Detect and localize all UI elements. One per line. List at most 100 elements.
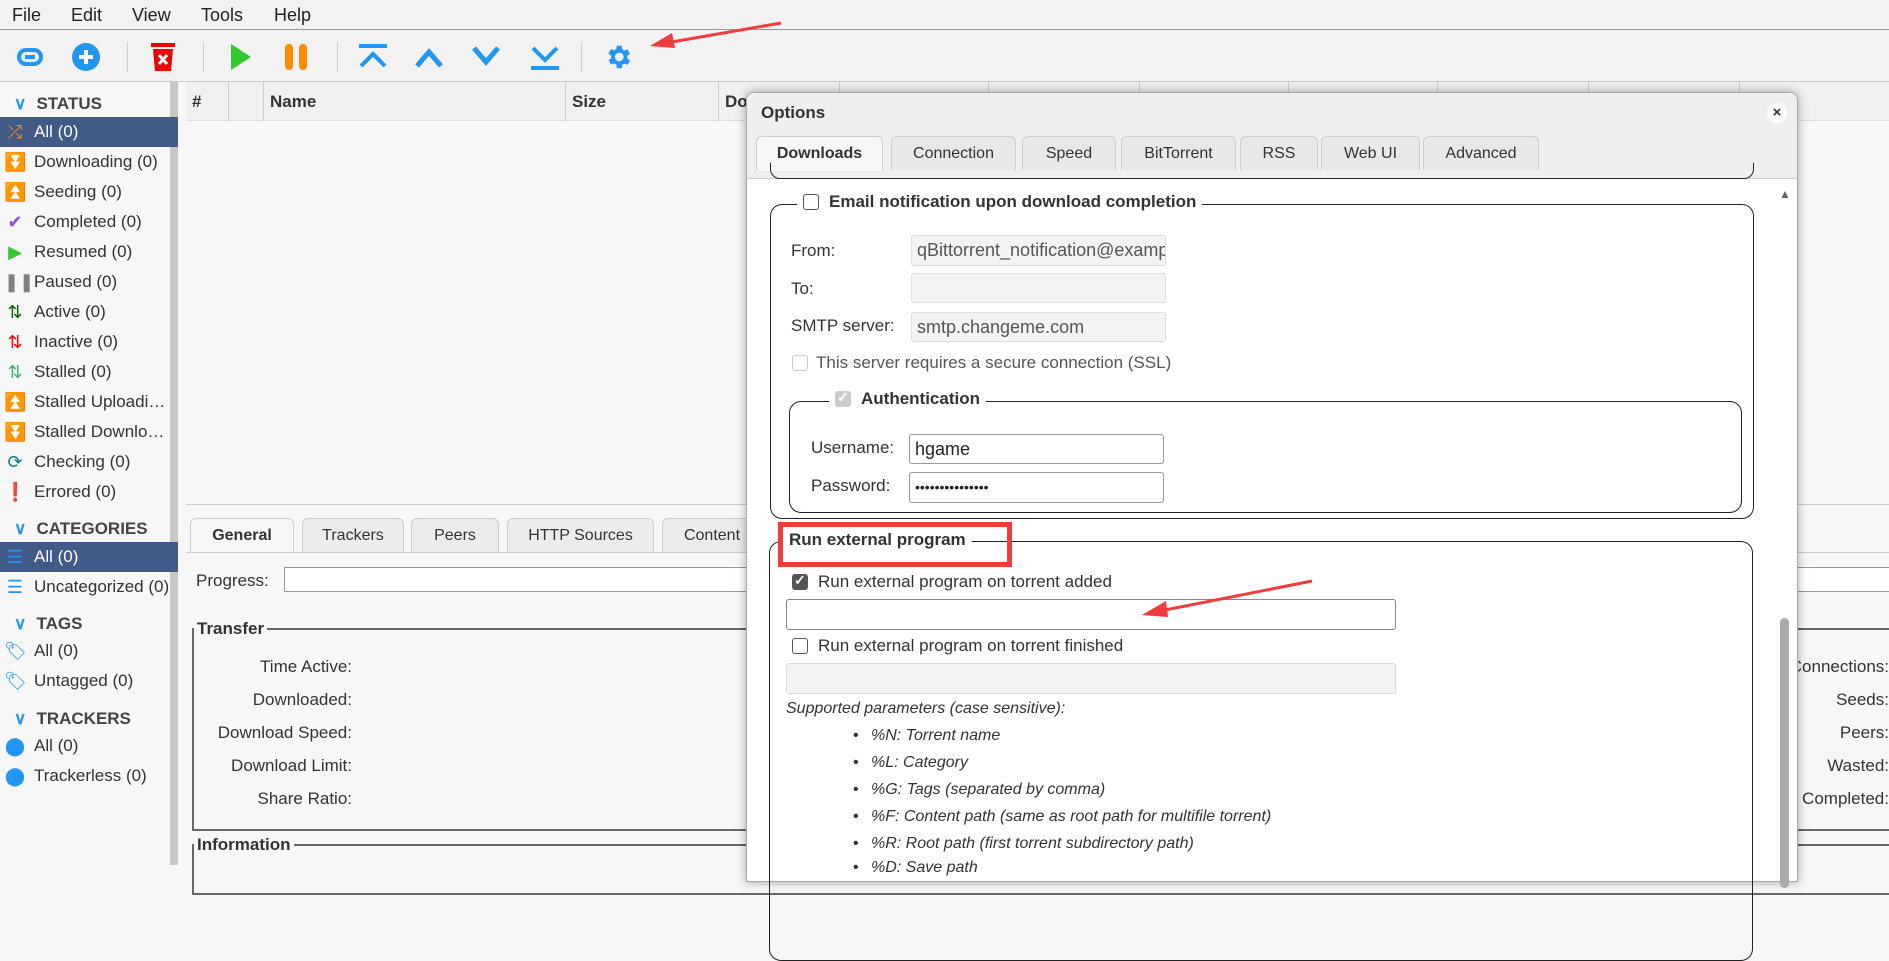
ssl-checkbox[interactable] bbox=[792, 355, 808, 371]
parameter-item: %N: Torrent name bbox=[853, 727, 1000, 745]
tracker-trackerless[interactable]: ⬤ Trackerless (0) bbox=[0, 761, 178, 791]
sidebar: ∨ STATUS ⤮ All (0) ⏬ Downloading (0) ⏫ Seeding… bbox=[0, 82, 178, 865]
delete-icon[interactable] bbox=[148, 42, 178, 72]
tag-icon: 🏷 bbox=[4, 670, 27, 691]
parameter-item: %G: Tags (separated by comma) bbox=[853, 781, 1105, 799]
status-filter-label: Stalled Downlo… bbox=[34, 422, 165, 441]
status-filter-item[interactable]: ⏬ Downloading (0) bbox=[0, 147, 178, 177]
dialog-scrollbar[interactable] bbox=[1780, 618, 1789, 888]
up-down-arrows-icon: ⇅ bbox=[7, 361, 23, 382]
to-input[interactable] bbox=[911, 273, 1166, 303]
double-chevron-down-icon: ⏬ bbox=[4, 151, 27, 172]
shuffle-icon: ⤮ bbox=[7, 121, 23, 142]
tab-http-sources[interactable]: HTTP Sources bbox=[507, 518, 654, 552]
menu-help[interactable]: Help bbox=[274, 5, 311, 26]
progress-label: Progress: bbox=[196, 571, 269, 590]
torrent-added-label: Run external program on torrent added bbox=[818, 572, 1112, 591]
options-dialog: Options × Downloads Connection Speed Bit… bbox=[746, 92, 1798, 961]
tags-header[interactable]: ∨ TAGS bbox=[14, 614, 82, 634]
tab-peers[interactable]: Peers bbox=[411, 518, 499, 552]
column-status[interactable] bbox=[228, 82, 263, 121]
status-filter-label: Stalled (0) bbox=[34, 362, 112, 381]
status-filter-item[interactable]: ⇅ Stalled (0) bbox=[0, 357, 178, 387]
parameter-item: %F: Content path (same as root path for … bbox=[853, 808, 1271, 826]
tab-general[interactable]: General bbox=[190, 518, 294, 552]
column-name[interactable]: Name bbox=[263, 82, 565, 121]
status-header[interactable]: ∨ STATUS bbox=[14, 94, 102, 114]
parameter-item: %R: Root path (first torrent subdirector… bbox=[853, 835, 1194, 853]
status-filter-label: All (0) bbox=[34, 122, 79, 141]
status-filter-item[interactable]: ⏫ Seeding (0) bbox=[0, 177, 178, 207]
tracker-all[interactable]: ⬤ All (0) bbox=[0, 731, 178, 761]
menu-view[interactable]: View bbox=[132, 5, 171, 26]
torrent-finished-program-input[interactable] bbox=[786, 663, 1396, 694]
download-speed-label: Download Speed: bbox=[217, 723, 352, 742]
status-filter-label: Resumed (0) bbox=[34, 242, 133, 261]
menu-bar: File Edit View Tools Help bbox=[0, 0, 1889, 30]
status-filter-label: Stalled Uploadi… bbox=[34, 392, 166, 411]
from-input[interactable]: qBittorrent_notification@example.com bbox=[911, 235, 1166, 266]
move-up-icon[interactable] bbox=[414, 42, 444, 72]
authentication-legend: Authentication bbox=[861, 389, 980, 408]
move-bottom-icon[interactable] bbox=[529, 42, 559, 72]
up-down-arrows-icon: ⇅ bbox=[7, 331, 23, 352]
status-filter-item[interactable]: ⟳ Checking (0) bbox=[0, 447, 178, 477]
username-input[interactable]: hgame bbox=[909, 434, 1164, 464]
status-filter-item[interactable]: ⏬ Stalled Downlo… bbox=[0, 417, 178, 447]
move-down-icon[interactable] bbox=[471, 42, 501, 72]
options-gear-icon[interactable] bbox=[603, 42, 633, 72]
category-all[interactable]: ☰ All (0) bbox=[0, 542, 178, 572]
tag-all[interactable]: 🏷 All (0) bbox=[0, 636, 178, 666]
add-icon[interactable] bbox=[71, 42, 101, 72]
menu-edit[interactable]: Edit bbox=[71, 5, 102, 26]
status-filter-item[interactable]: ❗ Errored (0) bbox=[0, 477, 178, 507]
status-filter-item[interactable]: ❚❚ Paused (0) bbox=[0, 267, 178, 297]
password-label: Password: bbox=[811, 476, 891, 495]
to-label: To: bbox=[791, 279, 814, 298]
menu-file[interactable]: File bbox=[12, 5, 41, 26]
link-icon[interactable] bbox=[15, 42, 45, 72]
column-number[interactable]: # bbox=[186, 82, 228, 121]
parameter-item: %D: Save path bbox=[853, 859, 978, 877]
share-ratio-label: Share Ratio: bbox=[257, 789, 353, 808]
double-chevron-up-icon: ⏫ bbox=[4, 181, 27, 202]
column-size[interactable]: Size bbox=[565, 82, 718, 121]
ssl-label: This server requires a secure connection… bbox=[816, 353, 1172, 372]
category-uncategorized[interactable]: ☰ Uncategorized (0) bbox=[0, 572, 178, 602]
authentication-checkbox[interactable] bbox=[835, 389, 851, 407]
smtp-server-input[interactable]: smtp.changeme.com bbox=[911, 312, 1166, 342]
from-label: From: bbox=[791, 241, 836, 260]
status-filter-item[interactable]: ⤮ All (0) bbox=[0, 117, 178, 147]
status-filter-item[interactable]: ✔ Completed (0) bbox=[0, 207, 178, 237]
seeds-label: Seeds: bbox=[1836, 690, 1889, 709]
close-icon[interactable]: × bbox=[1767, 103, 1787, 123]
torrent-added-checkbox[interactable] bbox=[792, 572, 808, 590]
resume-icon[interactable] bbox=[225, 42, 255, 72]
smtp-server-label: SMTP server: bbox=[791, 316, 895, 335]
torrent-finished-label: Run external program on torrent finished bbox=[818, 636, 1124, 655]
status-filter-item[interactable]: ▶ Resumed (0) bbox=[0, 237, 178, 267]
status-filter-item[interactable]: ⇅ Inactive (0) bbox=[0, 327, 178, 357]
supported-parameters-title: Supported parameters (case sensitive): bbox=[786, 700, 1066, 717]
peers-label: Peers: bbox=[1839, 723, 1889, 742]
status-filter-label: Downloading (0) bbox=[34, 152, 158, 171]
parameter-item: %L: Category bbox=[853, 754, 968, 772]
email-notification-checkbox[interactable] bbox=[803, 194, 819, 210]
trackers-header[interactable]: ∨ TRACKERS bbox=[14, 709, 131, 729]
status-filter-label: Inactive (0) bbox=[34, 332, 119, 351]
torrent-finished-checkbox[interactable] bbox=[792, 638, 808, 654]
status-filter-item[interactable]: ⏫ Stalled Uploadi… bbox=[0, 387, 178, 417]
location-pin-icon: ⬤ bbox=[4, 735, 26, 756]
categories-header[interactable]: ∨ CATEGORIES bbox=[14, 519, 148, 539]
connections-label: Connections: bbox=[1789, 657, 1889, 676]
status-filter-item[interactable]: ⇅ Active (0) bbox=[0, 297, 178, 327]
tab-trackers[interactable]: Trackers bbox=[302, 518, 404, 552]
password-input[interactable]: ••••••••••••••• bbox=[909, 472, 1164, 503]
tag-untagged[interactable]: 🏷 Untagged (0) bbox=[0, 666, 178, 696]
double-chevron-up-icon: ⏫ bbox=[4, 391, 27, 412]
toolbar bbox=[0, 30, 1889, 82]
scroll-up-icon[interactable]: ▲ bbox=[1779, 187, 1791, 201]
menu-tools[interactable]: Tools bbox=[201, 5, 243, 26]
move-top-icon[interactable] bbox=[357, 42, 387, 72]
pause-icon[interactable] bbox=[281, 42, 311, 72]
